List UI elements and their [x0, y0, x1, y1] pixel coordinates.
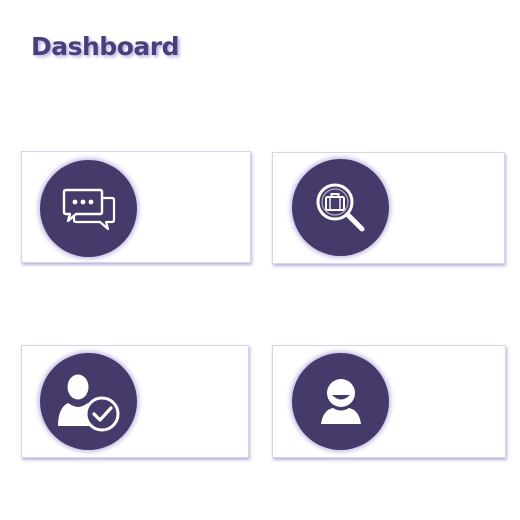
- icon-badge: [292, 159, 389, 256]
- icon-badge: [292, 353, 389, 450]
- chat-bubbles-icon: [60, 184, 118, 234]
- user-verified-icon: [54, 370, 124, 434]
- page-title: Dashboard: [31, 32, 179, 61]
- icon-badge: [40, 353, 137, 450]
- dashboard-card-job-search[interactable]: [272, 152, 505, 264]
- user-avatar-icon: [313, 374, 369, 430]
- dashboard-card-verified-users[interactable]: [21, 345, 249, 458]
- dashboard-card-profile[interactable]: [272, 345, 506, 458]
- icon-badge: [40, 160, 137, 257]
- job-search-icon: [311, 178, 371, 238]
- dashboard-card-messages[interactable]: [21, 151, 251, 263]
